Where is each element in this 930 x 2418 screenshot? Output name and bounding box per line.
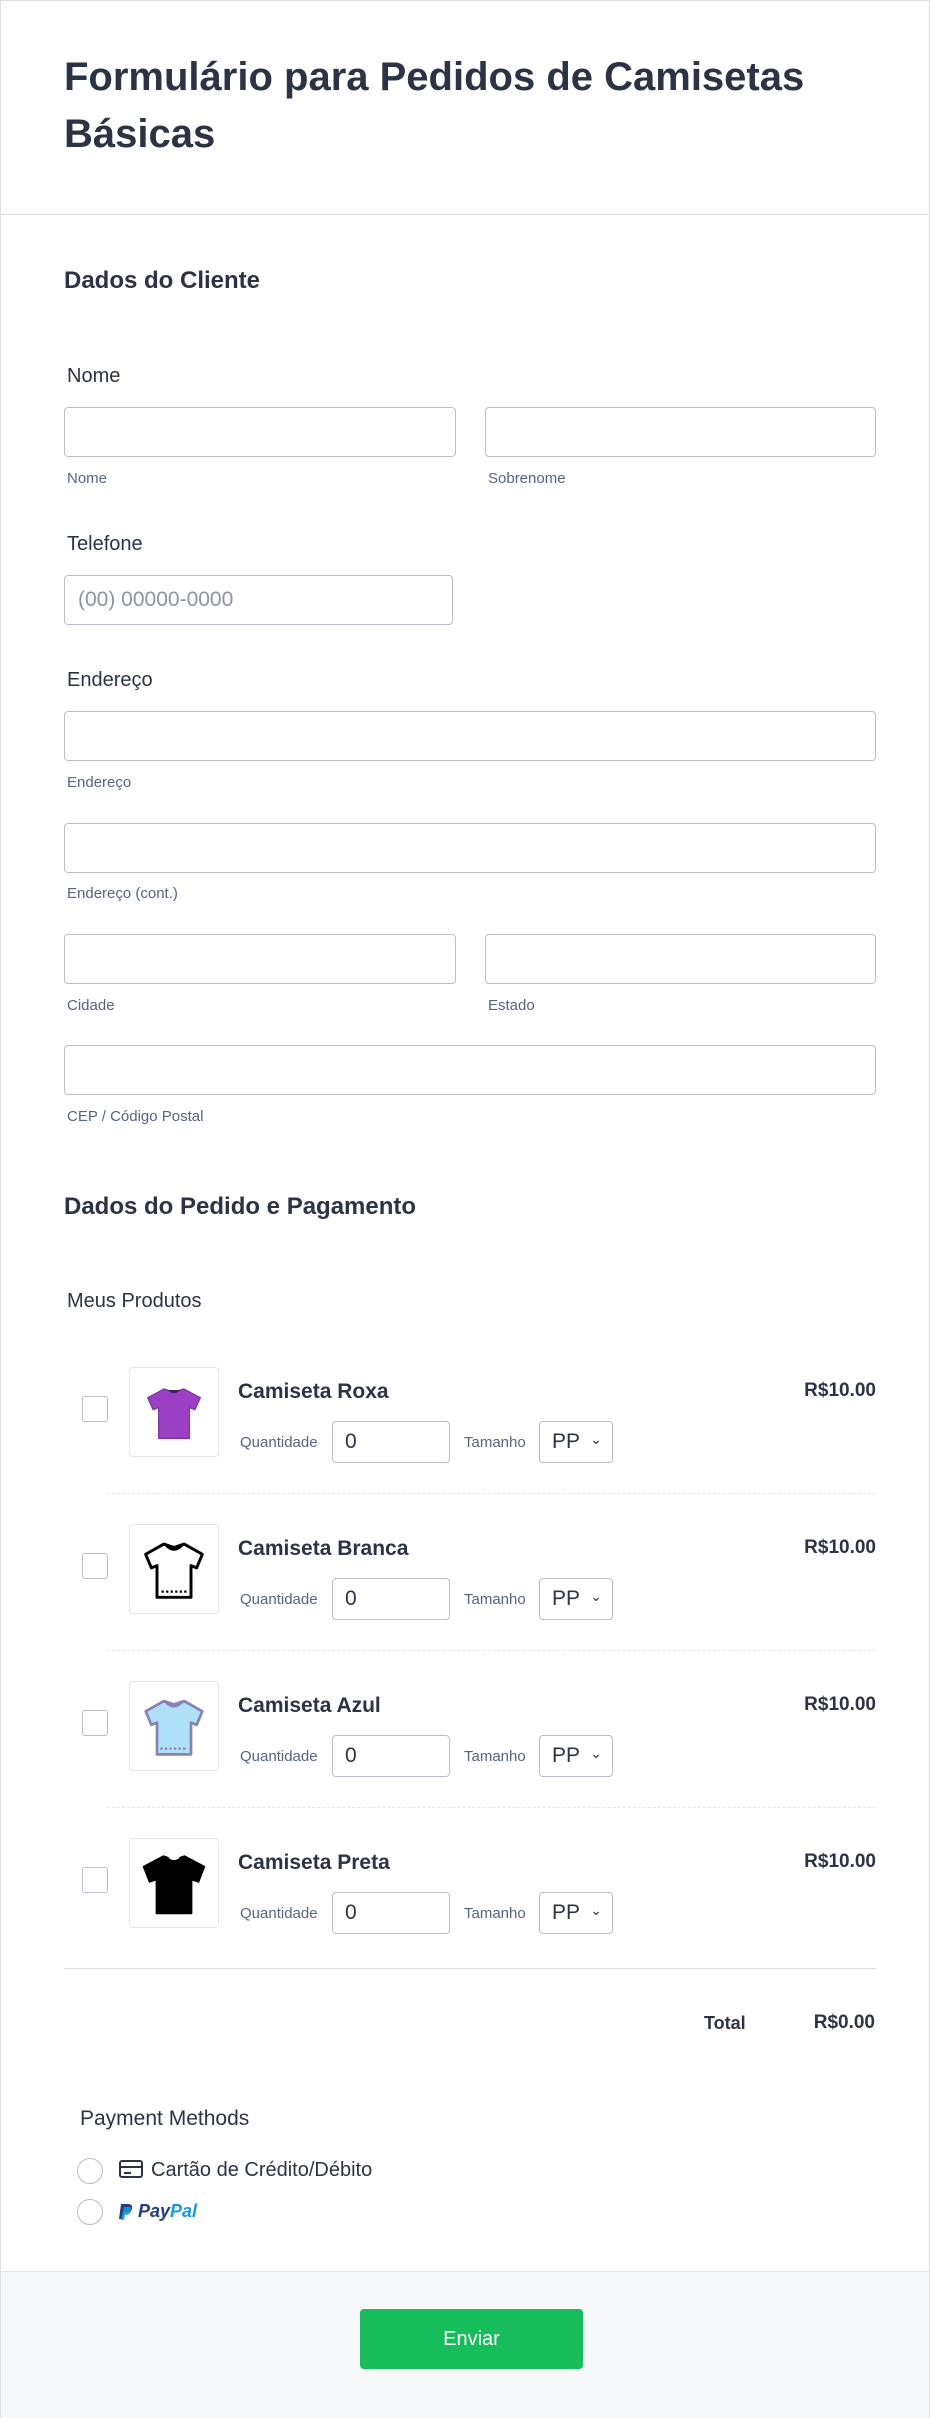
zip-code-input[interactable] bbox=[64, 1045, 876, 1095]
product-item-branca: Camiseta Branca R$10.00 Quantidade 0 Tam… bbox=[64, 1524, 876, 1664]
product-checkbox[interactable] bbox=[82, 1553, 108, 1579]
chevron-down-icon: ⌄ bbox=[590, 1902, 602, 1918]
chevron-down-icon: ⌄ bbox=[590, 1431, 602, 1447]
card-payment-label[interactable]: Cartão de Crédito/Débito bbox=[151, 2159, 372, 2182]
last-name-sublabel: Sobrenome bbox=[488, 470, 566, 487]
product-checkbox[interactable] bbox=[82, 1396, 108, 1422]
zip-code-sublabel: CEP / Código Postal bbox=[67, 1108, 204, 1125]
size-value: PP bbox=[552, 1744, 581, 1767]
total-value: R$0.00 bbox=[813, 2012, 875, 2033]
white-tshirt-icon bbox=[129, 1524, 219, 1614]
size-select[interactable]: PP ⌄ bbox=[539, 1421, 613, 1463]
street-address-2-input[interactable] bbox=[64, 823, 876, 873]
credit-card-icon bbox=[119, 2160, 143, 2178]
quantity-input[interactable]: 0 bbox=[332, 1421, 450, 1463]
customer-section-title: Dados do Cliente bbox=[64, 267, 261, 294]
street-address-sublabel: Endereço bbox=[67, 774, 132, 791]
order-section-title: Dados do Pedido e Pagamento bbox=[64, 1193, 417, 1220]
city-sublabel: Cidade bbox=[67, 997, 115, 1014]
quantity-input[interactable]: 0 bbox=[332, 1735, 450, 1777]
quantity-label: Quantidade bbox=[240, 1591, 318, 1608]
phone-input[interactable] bbox=[64, 575, 453, 625]
products-label: Meus Produtos bbox=[67, 1290, 202, 1312]
name-label: Nome bbox=[67, 365, 121, 387]
size-select[interactable]: PP ⌄ bbox=[539, 1578, 613, 1620]
size-select[interactable]: PP ⌄ bbox=[539, 1892, 613, 1934]
total-divider bbox=[64, 1968, 876, 1969]
form-title: Formulário para Pedidos de Camisetas Bás… bbox=[64, 55, 805, 156]
city-input[interactable] bbox=[64, 934, 456, 984]
product-price: R$10.00 bbox=[804, 1537, 876, 1558]
product-price: R$10.00 bbox=[804, 1851, 876, 1872]
size-label: Tamanho bbox=[464, 1748, 526, 1765]
paypal-text-pal: Pal bbox=[170, 2201, 198, 2221]
chevron-down-icon: ⌄ bbox=[590, 1745, 602, 1761]
black-tshirt-icon bbox=[129, 1838, 219, 1928]
first-name-input[interactable] bbox=[64, 407, 456, 457]
product-checkbox[interactable] bbox=[82, 1867, 108, 1893]
product-name: Camiseta Preta bbox=[238, 1851, 390, 1874]
quantity-label: Quantidade bbox=[240, 1905, 318, 1922]
state-sublabel: Estado bbox=[488, 997, 535, 1014]
size-value: PP bbox=[552, 1901, 581, 1924]
product-price: R$10.00 bbox=[804, 1380, 876, 1401]
paypal-icon bbox=[119, 2203, 133, 2220]
product-item-azul: Camiseta Azul R$10.00 Quantidade 0 Taman… bbox=[64, 1681, 876, 1821]
card-payment-radio[interactable] bbox=[77, 2158, 103, 2184]
submit-button[interactable]: Enviar bbox=[360, 2309, 583, 2369]
size-label: Tamanho bbox=[464, 1905, 526, 1922]
product-name: Camiseta Branca bbox=[238, 1537, 409, 1560]
product-item-roxa: Camiseta Roxa R$10.00 Quantidade 0 Taman… bbox=[64, 1367, 876, 1507]
paypal-logo[interactable]: Pay Pal bbox=[118, 2201, 197, 2222]
quantity-input[interactable]: 0 bbox=[332, 1892, 450, 1934]
size-select[interactable]: PP ⌄ bbox=[539, 1735, 613, 1777]
total-label: Total bbox=[704, 2013, 746, 2033]
form-page: Formulário para Pedidos de Camisetas Bás… bbox=[0, 0, 930, 2418]
size-value: PP bbox=[552, 1587, 581, 1610]
product-divider bbox=[107, 1807, 876, 1808]
blue-tshirt-icon bbox=[129, 1681, 219, 1771]
purple-tshirt-icon bbox=[129, 1367, 219, 1457]
size-label: Tamanho bbox=[464, 1591, 526, 1608]
paypal-payment-radio[interactable] bbox=[77, 2199, 103, 2225]
quantity-label: Quantidade bbox=[240, 1434, 318, 1451]
product-name: Camiseta Azul bbox=[238, 1694, 381, 1717]
product-item-preta: Camiseta Preta R$10.00 Quantidade 0 Tama… bbox=[64, 1838, 876, 1978]
last-name-input[interactable] bbox=[485, 407, 876, 457]
quantity-input[interactable]: 0 bbox=[332, 1578, 450, 1620]
paypal-text-pay: Pay bbox=[138, 2201, 171, 2221]
chevron-down-icon: ⌄ bbox=[590, 1588, 602, 1604]
street-address-input[interactable] bbox=[64, 711, 876, 761]
payment-methods-label: Payment Methods bbox=[80, 2107, 250, 2130]
address-label: Endereço bbox=[67, 669, 153, 691]
size-label: Tamanho bbox=[464, 1434, 526, 1451]
size-value: PP bbox=[552, 1430, 581, 1453]
product-price: R$10.00 bbox=[804, 1694, 876, 1715]
street-address-2-sublabel: Endereço (cont.) bbox=[67, 885, 178, 902]
product-divider bbox=[107, 1650, 876, 1651]
product-name: Camiseta Roxa bbox=[238, 1380, 389, 1403]
product-divider bbox=[107, 1493, 876, 1494]
form-header: Formulário para Pedidos de Camisetas Bás… bbox=[1, 1, 929, 215]
quantity-label: Quantidade bbox=[240, 1748, 318, 1765]
product-checkbox[interactable] bbox=[82, 1710, 108, 1736]
first-name-sublabel: Nome bbox=[67, 470, 108, 487]
phone-label: Telefone bbox=[67, 533, 143, 555]
state-input[interactable] bbox=[485, 934, 876, 984]
